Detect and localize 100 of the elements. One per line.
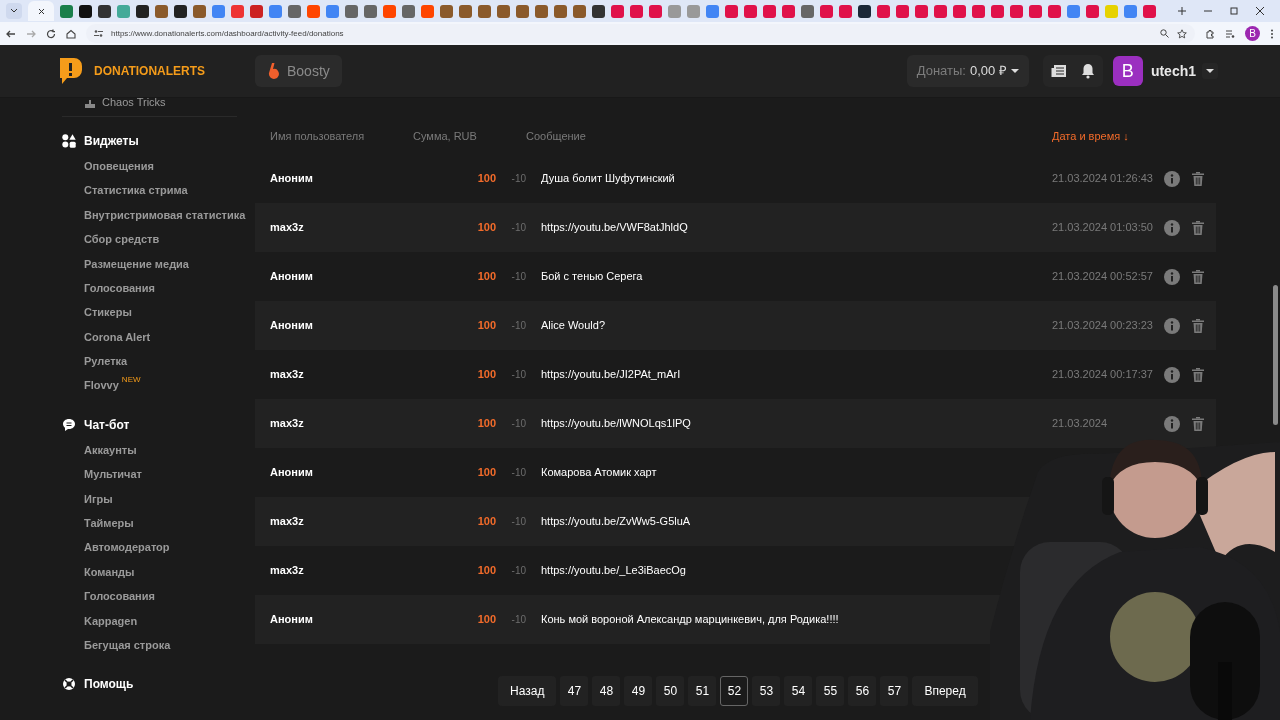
info-icon[interactable] xyxy=(1164,415,1180,432)
previous-page-button[interactable]: Назад xyxy=(498,676,557,706)
column-header[interactable]: Имя пользователя xyxy=(270,129,365,142)
table-cell: max3z xyxy=(270,368,304,381)
donations-dropdown[interactable]: Донаты: 0,00 ₽ xyxy=(906,55,1029,87)
info-icon[interactable] xyxy=(1164,366,1180,383)
page-button[interactable]: 56 xyxy=(848,676,877,706)
sidebar-item[interactable]: Мультичат xyxy=(84,466,142,483)
sidebar-item[interactable]: Голосования xyxy=(84,279,155,297)
logo-icon[interactable] xyxy=(58,56,84,86)
sidebar-item[interactable]: Автомодератор xyxy=(84,539,170,556)
joystick-icon xyxy=(84,100,96,108)
tab-favicon[interactable] xyxy=(79,4,92,18)
playlist-icon[interactable] xyxy=(1225,28,1235,39)
tab-favicon[interactable] xyxy=(592,4,605,18)
tab-favicon[interactable] xyxy=(174,4,187,18)
table-cell: -10 xyxy=(511,565,526,577)
profile-avatar[interactable]: B xyxy=(1245,26,1260,41)
sidebar-item[interactable]: Бегущая строка xyxy=(84,636,171,654)
trash-icon[interactable] xyxy=(1192,220,1204,235)
back-icon[interactable] xyxy=(6,28,16,39)
caret-icon xyxy=(1206,68,1214,74)
sidebar-item[interactable]: Сбор средств xyxy=(84,231,160,248)
site-settings-icon[interactable] xyxy=(94,29,103,38)
sidebar-group-title[interactable]: Помощь xyxy=(84,675,134,694)
sidebar-item[interactable]: Команды xyxy=(84,563,135,581)
bell-icon[interactable] xyxy=(1080,63,1095,79)
table-cell: Аноним xyxy=(270,172,313,185)
address-bar[interactable]: https://www.donationalerts.com/dashboard/activity-feed/donations xyxy=(86,24,1195,43)
sidebar-item[interactable]: Аккаунты xyxy=(84,441,137,459)
new-tab-icon[interactable] xyxy=(1178,7,1186,15)
sidebar-group-title[interactable]: Чат-бот xyxy=(84,415,130,434)
page-button[interactable]: 53 xyxy=(752,676,781,706)
table-cell: max3z xyxy=(270,221,304,234)
scrollbar[interactable] xyxy=(1273,285,1278,425)
trash-icon[interactable] xyxy=(1192,318,1204,333)
page-button[interactable]: 49 xyxy=(624,676,653,706)
star-icon[interactable] xyxy=(1177,28,1187,39)
news-icon[interactable] xyxy=(1050,64,1067,78)
menu-icon[interactable] xyxy=(1270,28,1274,39)
tab-search-button[interactable] xyxy=(6,3,22,19)
table-cell: Конь мой вороной Александр марцинкевич, для Родика!!!! xyxy=(541,613,839,626)
reload-icon[interactable] xyxy=(46,28,56,39)
sidebar-item[interactable]: Таймеры xyxy=(84,515,134,532)
extensions-icon[interactable] xyxy=(1205,28,1215,39)
info-icon[interactable] xyxy=(1164,219,1180,236)
tab-favicon[interactable] xyxy=(136,4,149,18)
info-icon[interactable] xyxy=(1164,170,1180,187)
info-icon[interactable] xyxy=(1164,317,1180,334)
sidebar-item[interactable]: Рулетка xyxy=(84,353,128,370)
sidebar-item[interactable]: Статистика стрима xyxy=(84,182,188,199)
tab-favicon[interactable] xyxy=(98,4,111,18)
close-icon[interactable] xyxy=(37,7,45,15)
chevron-icon[interactable] xyxy=(10,8,18,14)
sidebar-item[interactable]: Corona Alert xyxy=(84,328,151,346)
trash-icon[interactable] xyxy=(1192,269,1204,284)
column-header[interactable]: Сообщение xyxy=(526,129,586,142)
sidebar-item[interactable]: Голосования xyxy=(84,588,155,605)
sidebar-item[interactable]: Стикеры xyxy=(84,304,132,321)
user-menu-button[interactable] xyxy=(1202,63,1218,79)
column-header[interactable]: Дата и время ↓ xyxy=(1052,129,1129,142)
trash-icon[interactable] xyxy=(1192,416,1204,431)
table-cell: Аноним xyxy=(270,319,313,332)
home-icon[interactable] xyxy=(66,28,76,39)
trash-icon[interactable] xyxy=(1192,367,1204,382)
sidebar-item[interactable]: Flovvy xyxy=(84,377,119,394)
minimize-icon[interactable] xyxy=(1204,7,1212,15)
sidebar-item[interactable]: Оповещения xyxy=(84,157,154,175)
page-button[interactable]: 50 xyxy=(656,676,685,706)
close-icon[interactable] xyxy=(1256,7,1264,15)
column-header[interactable]: Сумма, RUB xyxy=(413,129,477,142)
sidebar-item[interactable]: Chaos Tricks xyxy=(102,98,166,108)
next-page-button[interactable]: Вперед xyxy=(912,676,978,706)
user-avatar[interactable]: B xyxy=(1112,56,1143,86)
table-cell: -10 xyxy=(511,222,526,234)
page-button[interactable]: 57 xyxy=(880,676,909,706)
page-button[interactable]: 47 xyxy=(560,676,589,706)
sidebar-item[interactable]: Внутристримовая статистика xyxy=(84,206,246,224)
zoom-icon[interactable] xyxy=(1160,29,1169,38)
sidebar-item[interactable]: Размещение медиа xyxy=(84,255,189,272)
sidebar-item[interactable]: Игры xyxy=(84,490,113,508)
forward-icon[interactable] xyxy=(26,28,36,39)
sidebar-group-title[interactable]: Виджеты xyxy=(84,132,139,150)
page-button[interactable]: 55 xyxy=(816,676,845,706)
page-button[interactable]: 52 xyxy=(720,676,749,706)
table-cell: 100 xyxy=(477,515,496,528)
table-cell: Аноним xyxy=(270,270,313,283)
sidebar-item[interactable]: Kappagen xyxy=(84,612,138,630)
boosty-button[interactable]: Boosty xyxy=(255,55,342,87)
table-cell: -10 xyxy=(511,173,526,185)
table-cell: Alice Would? xyxy=(541,319,605,332)
trash-icon[interactable] xyxy=(1192,171,1204,186)
maximize-icon[interactable] xyxy=(1230,7,1238,15)
new-label: NEW xyxy=(121,375,141,384)
widgets-icon xyxy=(62,134,76,148)
page-button[interactable]: 48 xyxy=(592,676,621,706)
info-icon[interactable] xyxy=(1164,268,1180,285)
tab-favicon[interactable] xyxy=(858,4,871,18)
page-button[interactable]: 51 xyxy=(688,676,717,706)
page-button[interactable]: 54 xyxy=(784,676,813,706)
